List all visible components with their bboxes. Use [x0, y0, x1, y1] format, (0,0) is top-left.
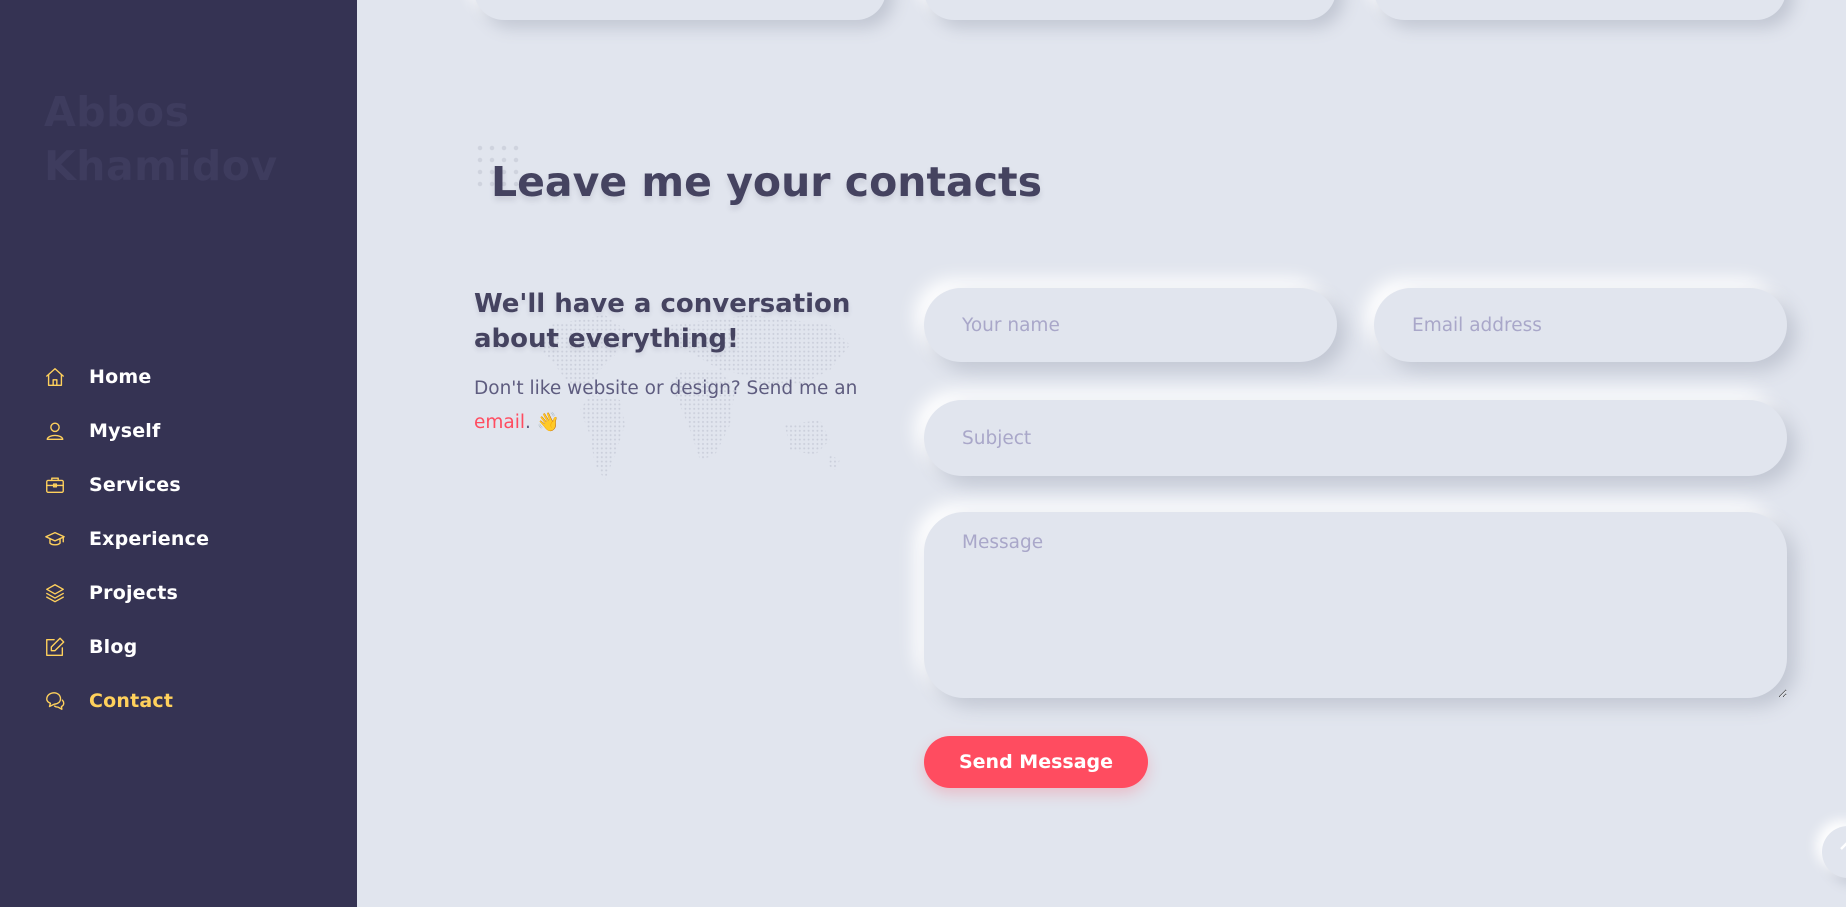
nav-label-experience: Experience — [89, 528, 210, 550]
conversation-text-end: . 👋 — [525, 412, 560, 433]
sidebar: Abbos Khamidov Home Myself Services Expe… — [0, 0, 357, 907]
name-input[interactable] — [924, 288, 1337, 362]
card-partial-2 — [924, 0, 1336, 20]
message-textarea[interactable] — [924, 512, 1787, 698]
nav-label-home: Home — [89, 366, 152, 388]
email-link[interactable]: email — [474, 412, 525, 433]
subject-input[interactable] — [924, 400, 1787, 476]
brand-last-name: Khamidov — [44, 142, 278, 190]
nav-item-projects[interactable]: Projects — [43, 566, 209, 620]
brand-first-name: Abbos — [44, 88, 190, 136]
briefcase-icon — [43, 473, 67, 497]
email-input[interactable] — [1374, 288, 1787, 362]
nav-item-myself[interactable]: Myself — [43, 404, 209, 458]
section-title: Leave me your contacts — [491, 158, 1043, 206]
conversation-heading: We'll have a conversation about everythi… — [474, 289, 851, 354]
graduation-cap-icon — [43, 527, 67, 551]
edit-icon — [43, 635, 67, 659]
brand-logo[interactable]: Abbos Khamidov — [44, 85, 278, 193]
nav-item-home[interactable]: Home — [43, 350, 209, 404]
home-icon — [43, 365, 67, 389]
send-message-button[interactable]: Send Message — [924, 736, 1148, 788]
scroll-to-top-button[interactable] — [1822, 826, 1846, 878]
layers-icon — [43, 581, 67, 605]
nav-label-blog: Blog — [89, 636, 138, 658]
conversation-text: Don't like website or design? Send me an… — [474, 372, 874, 440]
chat-icon — [43, 689, 67, 713]
conversation-text-start: Don't like website or design? Send me an — [474, 378, 858, 399]
nav-item-experience[interactable]: Experience — [43, 512, 209, 566]
user-icon — [43, 419, 67, 443]
nav-label-services: Services — [89, 474, 181, 496]
main-navigation: Home Myself Services Experience Projects — [43, 350, 209, 728]
nav-item-services[interactable]: Services — [43, 458, 209, 512]
nav-label-myself: Myself — [89, 420, 161, 442]
nav-label-projects: Projects — [89, 582, 179, 604]
nav-item-blog[interactable]: Blog — [43, 620, 209, 674]
card-partial-3 — [1374, 0, 1786, 20]
arrow-up-icon — [1840, 842, 1846, 850]
card-partial-1 — [474, 0, 886, 20]
nav-label-contact: Contact — [89, 690, 174, 712]
nav-item-contact[interactable]: Contact — [43, 674, 209, 728]
